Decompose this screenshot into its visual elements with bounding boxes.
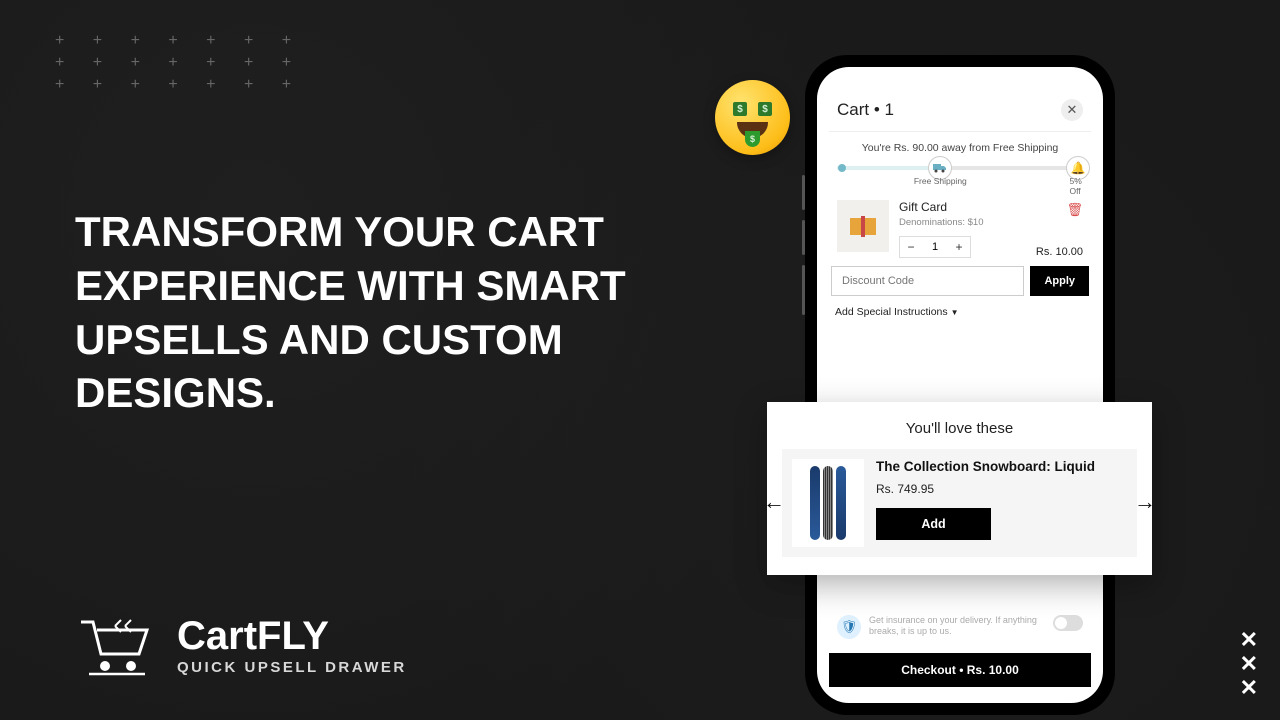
brand-tagline: QUICK UPSELL DRAWER bbox=[177, 659, 407, 676]
cart-item: Gift Card Denominations: $10 − + 🗑 Rs. 1… bbox=[829, 192, 1091, 266]
upsell-item: The Collection Snowboard: Liquid Rs. 749… bbox=[782, 449, 1137, 557]
milestone-label: Free Shipping bbox=[914, 176, 967, 186]
item-price: Rs. 10.00 bbox=[1036, 246, 1083, 258]
progress-track: 🔔 bbox=[837, 166, 1083, 170]
money-face-emoji: $$ $ bbox=[715, 80, 790, 155]
cart-title: Cart • 1 bbox=[837, 100, 894, 120]
upsell-heading: You'll love these bbox=[782, 420, 1137, 437]
headline: TRANSFORM YOUR CART EXPERIENCE WITH SMAR… bbox=[75, 205, 695, 420]
close-icon[interactable]: ✕ bbox=[1061, 99, 1083, 121]
add-button[interactable]: Add bbox=[876, 508, 991, 540]
checkout-button[interactable]: Checkout • Rs. 10.00 bbox=[829, 653, 1091, 687]
qty-plus[interactable]: + bbox=[948, 237, 970, 257]
chevron-down-icon: ▼ bbox=[951, 308, 959, 317]
cart-logo-icon bbox=[75, 610, 155, 680]
qty-input[interactable] bbox=[922, 237, 948, 257]
qty-minus[interactable]: − bbox=[900, 237, 922, 257]
upsell-thumbnail bbox=[792, 459, 864, 547]
prev-arrow-icon[interactable]: ← bbox=[763, 489, 785, 515]
brand-logo-block: CartFLY QUICK UPSELL DRAWER bbox=[75, 610, 407, 680]
x-decoration: ✕✕✕ bbox=[1240, 628, 1258, 700]
upsell-title: The Collection Snowboard: Liquid bbox=[876, 459, 1127, 474]
brand-name: CartFLY bbox=[177, 614, 407, 659]
upsell-price: Rs. 749.95 bbox=[876, 482, 1127, 496]
special-instructions[interactable]: Add Special Instructions ▼ bbox=[829, 304, 1091, 330]
upsell-panel: You'll love these ← → The Collection Sno… bbox=[767, 402, 1152, 575]
discount-input[interactable] bbox=[831, 266, 1024, 296]
phone-mockup: Cart • 1 ✕ You're Rs. 90.00 away from Fr… bbox=[805, 55, 1115, 715]
plus-decoration: + + + + + + ++ + + + + + ++ + + + + + + bbox=[55, 30, 303, 96]
shield-icon: 🛡 bbox=[837, 615, 861, 639]
trash-icon[interactable]: 🗑 bbox=[1066, 202, 1083, 218]
quantity-stepper[interactable]: − + bbox=[899, 236, 971, 258]
insurance-toggle[interactable] bbox=[1053, 615, 1083, 631]
apply-button[interactable]: Apply bbox=[1030, 266, 1089, 296]
item-title: Gift Card bbox=[899, 200, 1083, 214]
item-thumbnail bbox=[837, 200, 889, 252]
item-subtitle: Denominations: $10 bbox=[899, 217, 1083, 228]
shipping-message: You're Rs. 90.00 away from Free Shipping bbox=[829, 142, 1091, 154]
next-arrow-icon[interactable]: → bbox=[1134, 489, 1156, 515]
insurance-text: Get insurance on your delivery. If anyth… bbox=[869, 615, 1045, 638]
insurance-row: 🛡 Get insurance on your delivery. If any… bbox=[829, 609, 1091, 645]
